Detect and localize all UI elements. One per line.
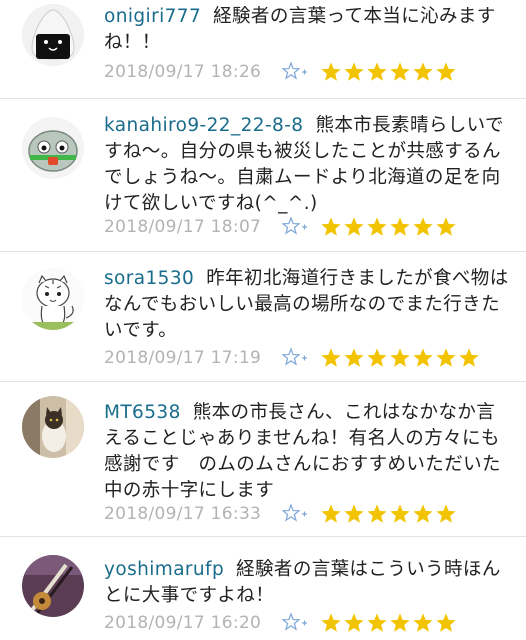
star-icon xyxy=(435,612,457,634)
comment-text: sora1530 昨年初北海道行きましたが食べ物はなんでもおいしい最高の場所なので… xyxy=(104,266,512,344)
star-icon xyxy=(343,347,365,369)
star-icon xyxy=(435,216,457,238)
username-link[interactable]: onigiri777 xyxy=(104,6,201,27)
star-icon xyxy=(389,61,411,83)
star-rating xyxy=(320,503,457,525)
comment-date: 2018/09/17 18:26 xyxy=(104,62,262,82)
star-icon xyxy=(343,503,365,525)
cat-photo-avatar-icon[interactable] xyxy=(22,396,84,458)
favorite-add-icon[interactable] xyxy=(282,612,312,634)
username-link[interactable]: yoshimarufp xyxy=(104,559,224,580)
comment-text: yoshimarufp 経験者の言葉はこういう時ほんとに大事ですよね！ xyxy=(104,557,512,609)
comment-text: MT6538 熊本の市長さん、これはなかなか言えることじゃありませんね！有名人の方… xyxy=(104,400,512,504)
star-rating xyxy=(320,216,457,238)
star-icon xyxy=(366,216,388,238)
star-icon xyxy=(366,61,388,83)
favorite-add-icon[interactable] xyxy=(282,61,312,83)
comment-text: onigiri777 経験者の言葉って本当に沁みますね！！ xyxy=(104,4,512,56)
star-icon xyxy=(389,503,411,525)
star-icon xyxy=(435,503,457,525)
favorite-add-icon[interactable] xyxy=(282,347,312,369)
comment-date: 2018/09/17 18:07 xyxy=(104,217,262,237)
star-rating xyxy=(320,347,480,369)
star-icon xyxy=(389,612,411,634)
onigiri-avatar-icon[interactable] xyxy=(22,4,84,66)
comment-item: kanahiro9-22_22-8-8 熊本市長素晴らしいですね〜。自分の県も被災… xyxy=(0,99,526,252)
star-icon xyxy=(435,347,457,369)
comment-item: onigiri777 経験者の言葉って本当に沁みますね！！ 2018/09/17 … xyxy=(0,0,526,99)
star-icon xyxy=(412,61,434,83)
star-icon xyxy=(320,612,342,634)
green-ball-avatar-icon[interactable] xyxy=(22,117,84,179)
star-icon xyxy=(320,61,342,83)
comment-text: kanahiro9-22_22-8-8 熊本市長素晴らしいですね〜。自分の県も被災… xyxy=(104,113,512,217)
star-icon xyxy=(412,347,434,369)
username-link[interactable]: sora1530 xyxy=(104,268,194,289)
comment-date: 2018/09/17 16:20 xyxy=(104,613,262,633)
favorite-add-icon[interactable] xyxy=(282,216,312,238)
comment-item: sora1530 昨年初北海道行きましたが食べ物はなんでもおいしい最高の場所なので… xyxy=(0,252,526,382)
star-icon xyxy=(320,216,342,238)
star-icon xyxy=(343,612,365,634)
star-icon xyxy=(389,216,411,238)
star-icon xyxy=(458,347,480,369)
star-icon xyxy=(320,503,342,525)
comment-date: 2018/09/17 16:33 xyxy=(104,504,262,524)
comment-date: 2018/09/17 17:19 xyxy=(104,348,262,368)
guitar-photo-avatar-icon[interactable] xyxy=(22,555,84,617)
star-icon xyxy=(366,612,388,634)
favorite-add-icon[interactable] xyxy=(282,503,312,525)
username-link[interactable]: MT6538 xyxy=(104,402,181,423)
star-icon xyxy=(343,61,365,83)
comment-item: MT6538 熊本の市長さん、これはなかなか言えることじゃありませんね！有名人の方… xyxy=(0,382,526,537)
username-link[interactable]: kanahiro9-22_22-8-8 xyxy=(104,115,303,136)
star-icon xyxy=(435,61,457,83)
star-rating xyxy=(320,612,457,634)
star-icon xyxy=(320,347,342,369)
star-icon xyxy=(366,347,388,369)
star-rating xyxy=(320,61,457,83)
comment-item: yoshimarufp 経験者の言葉はこういう時ほんとに大事ですよね！ 2018/… xyxy=(0,537,526,640)
star-icon xyxy=(343,216,365,238)
tiger-avatar-icon[interactable] xyxy=(22,268,84,330)
star-icon xyxy=(366,503,388,525)
star-icon xyxy=(412,612,434,634)
star-icon xyxy=(412,503,434,525)
star-icon xyxy=(389,347,411,369)
star-icon xyxy=(412,216,434,238)
